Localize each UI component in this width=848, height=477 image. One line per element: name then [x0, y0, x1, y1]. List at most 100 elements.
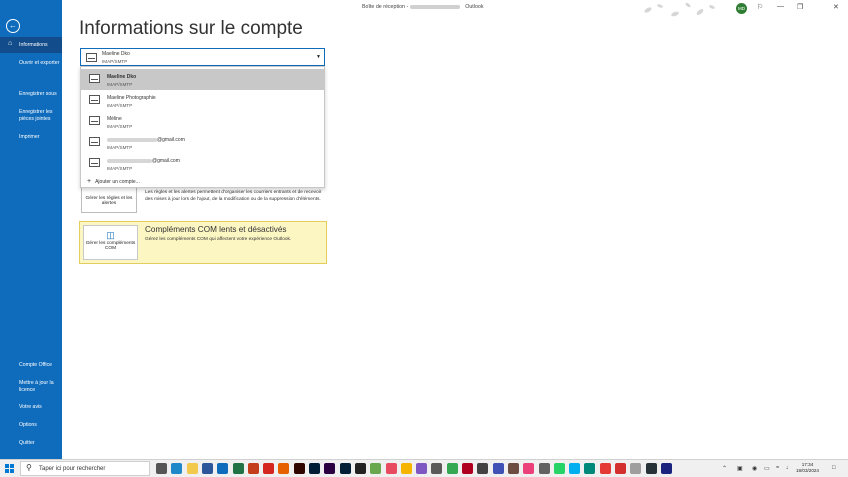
taskbar-search-input[interactable]: ⚲ Taper ici pour rechercher — [20, 461, 150, 476]
app-cross-icon[interactable] — [615, 463, 626, 474]
app-arrow-icon[interactable] — [599, 463, 611, 474]
avatar[interactable]: MD — [736, 3, 747, 14]
sidebar-item-ouvrir-exporter[interactable]: Ouvrir et exporter — [0, 60, 62, 67]
account-option-name: @gmail.com — [107, 158, 180, 164]
account-option-type: IMAP/SMTP — [107, 166, 133, 171]
sidebar-item-enregistrer-sous[interactable]: Enregistrer sous — [0, 91, 62, 98]
sidebar-item-quitter[interactable]: Quitter — [0, 440, 62, 447]
app-pink-icon[interactable] — [523, 463, 535, 474]
app-red-icon[interactable] — [462, 463, 473, 474]
sidebar-item-imprimer[interactable]: Imprimer — [0, 134, 62, 141]
premiere-icon[interactable] — [324, 463, 336, 474]
app-s-icon[interactable] — [385, 463, 397, 474]
sidebar-item-votre-avis[interactable]: Votre avis — [0, 404, 62, 411]
app-board-icon[interactable] — [507, 463, 519, 474]
task-view-icon[interactable] — [156, 463, 167, 474]
battery-icon[interactable]: ▭ — [764, 465, 770, 472]
back-arrow-icon[interactable]: ← — [6, 19, 20, 33]
redacted-email — [410, 4, 461, 9]
account-option[interactable]: Maeline Dko IMAP/SMTP — [81, 69, 324, 90]
tray-app-icon[interactable]: ▣ — [737, 465, 743, 472]
account-option-type: IMAP/SMTP — [107, 103, 133, 108]
clock-date: 18/03/2024 — [796, 468, 819, 473]
app-dark-icon[interactable] — [645, 463, 657, 474]
app-tools-icon[interactable] — [538, 463, 550, 474]
account-option-type: IMAP/SMTP — [107, 124, 133, 129]
skype-icon[interactable] — [569, 463, 581, 474]
firefox-icon[interactable] — [278, 463, 290, 474]
com-addins-description: Gérez les compléments COM qui affectent … — [145, 237, 292, 242]
sidebar-item-label: Votre avis — [19, 404, 42, 410]
com-addin-icon: ◫ — [106, 230, 115, 240]
app-gray-icon[interactable] — [630, 463, 642, 474]
powerpoint-icon[interactable] — [247, 463, 259, 474]
edge-icon[interactable] — [171, 463, 183, 474]
file-explorer-icon[interactable] — [186, 463, 198, 474]
plus-icon: + — [87, 178, 92, 185]
sidebar-item-options[interactable]: Options — [0, 422, 62, 429]
sidebar-item-enregistrer-pieces-jointes[interactable]: Enregistrer les pièces jointes — [0, 109, 62, 122]
sidebar-item-label: Compte Office — [19, 362, 53, 368]
add-account-button[interactable]: + Ajouter un compte... — [87, 178, 140, 185]
photoshop-icon[interactable] — [339, 463, 351, 474]
volume-icon[interactable]: ♩ — [786, 465, 792, 471]
app-film-icon[interactable] — [477, 463, 489, 474]
lightroom-icon[interactable] — [309, 463, 320, 474]
account-option[interactable]: @gmail.com IMAP/SMTP — [81, 153, 324, 174]
account-option[interactable]: Méline IMAP/SMTP — [81, 111, 324, 132]
close-icon[interactable]: ✕ — [833, 3, 839, 11]
affinity-icon[interactable] — [354, 463, 366, 474]
tray-chevron-icon[interactable]: ⌃ — [722, 465, 727, 472]
chevron-down-icon: ▼ — [316, 54, 321, 60]
notifications-icon[interactable]: □ — [832, 465, 836, 471]
account-option[interactable]: @gmail.com IMAP/SMTP — [81, 132, 324, 153]
window-title-prefix: Boîte de réception - — [362, 4, 409, 10]
tray-clock[interactable]: 17:34 18/03/2024 — [796, 462, 819, 474]
windows-start-icon[interactable] — [5, 464, 14, 473]
mail-account-icon — [89, 95, 100, 104]
account-option-domain: @gmail.com — [152, 158, 180, 164]
account-option[interactable]: Maeline Photographie IMAP/SMTP — [81, 90, 324, 111]
window-title: Boîte de réception - Outlook — [362, 4, 484, 10]
manage-com-addins-button[interactable]: ◫ Gérer les compléments COM — [83, 225, 138, 260]
app-blue-icon[interactable] — [492, 463, 504, 474]
window-title-app: Outlook — [465, 4, 484, 10]
account-option-name: @gmail.com — [107, 137, 185, 143]
account-select[interactable]: Maeline Dko IMAP/SMTP ▼ — [80, 48, 325, 66]
manage-rules-button[interactable]: Gérer les règles et les alertes — [81, 184, 137, 213]
ribbon-display-icon[interactable]: ❐ — [797, 3, 803, 11]
tray-app2-icon[interactable]: ◉ — [752, 465, 757, 472]
sidebar-item-compte-office[interactable]: Compte Office — [0, 362, 62, 369]
whatsapp-icon[interactable] — [553, 463, 565, 474]
add-account-label: Ajouter un compte... — [95, 178, 140, 185]
xbox-icon[interactable] — [431, 463, 443, 474]
excel-icon[interactable] — [232, 463, 244, 474]
flag-icon[interactable]: ⚐ — [757, 3, 763, 11]
leaf-decoration — [644, 2, 715, 17]
backstage-sidebar: ← ⌂ Informations Ouvrir et exporter Enre… — [0, 0, 62, 459]
acrobat-icon[interactable] — [263, 463, 275, 474]
rules-description: Les règles et les alertes permettent d'o… — [145, 190, 322, 202]
paint-icon[interactable] — [416, 463, 428, 474]
word-icon[interactable] — [201, 463, 213, 474]
mail-account-icon — [89, 158, 100, 167]
search-placeholder: Taper ici pour rechercher — [39, 466, 106, 472]
manage-rules-label: Gérer les règles et les alertes — [85, 196, 133, 206]
sidebar-item-mettre-a-jour-licence[interactable]: Mettre à jour la licence — [0, 380, 62, 393]
sidebar-item-label: Quitter — [19, 440, 35, 446]
minimize-icon[interactable]: — — [777, 3, 784, 10]
wifi-icon[interactable]: ≈ — [776, 465, 779, 471]
sidebar-item-label: Imprimer — [19, 134, 40, 140]
outlook-icon[interactable] — [217, 463, 229, 474]
app-orange-icon[interactable] — [400, 463, 412, 474]
sidebar-item-informations[interactable]: ⌂ Informations — [0, 37, 62, 53]
home-icon: ⌂ — [8, 40, 13, 47]
app-green-icon[interactable] — [446, 463, 458, 474]
sidebar-item-label: Mettre à jour la licence — [19, 380, 54, 393]
minecraft-icon[interactable] — [370, 463, 382, 474]
account-option-name: Maeline Photographie — [107, 95, 156, 101]
illustrator-icon[interactable] — [293, 463, 305, 474]
app-navy-icon[interactable] — [660, 463, 672, 474]
selected-account-name: Maeline Dko — [102, 51, 130, 57]
app-teal-icon[interactable] — [584, 463, 596, 474]
